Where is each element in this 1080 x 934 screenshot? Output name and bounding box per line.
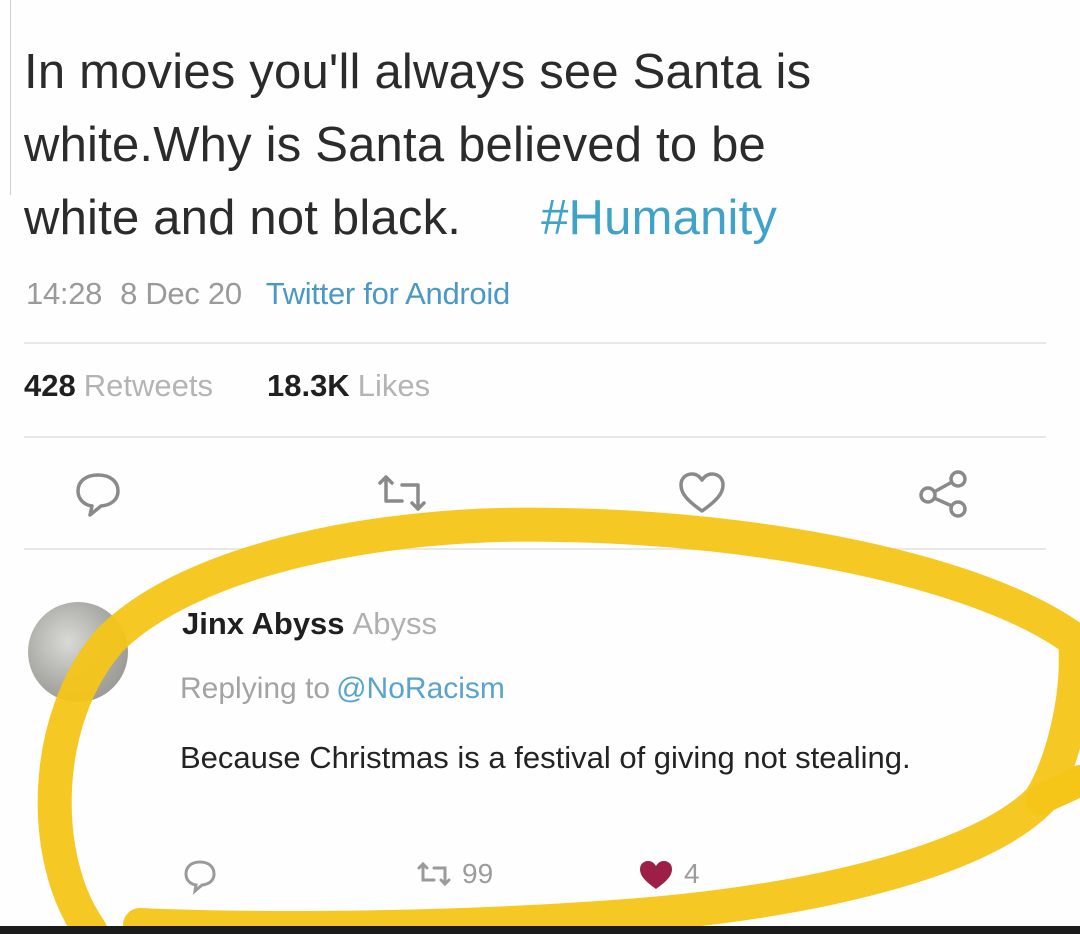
share-icon[interactable] [914, 465, 974, 521]
reply-retweet-button[interactable]: 99 [414, 856, 493, 892]
tweet-source-link[interactable]: Twitter for Android [266, 276, 510, 311]
replying-to: Replying to @NoRacism [180, 672, 505, 706]
reply-like-count: 4 [684, 858, 700, 889]
reply-icon [180, 856, 220, 896]
filled-heart-icon [636, 856, 676, 892]
tweet-text-line: white and not black. #Humanity [24, 182, 1024, 255]
retweets-count[interactable]: 428 [24, 368, 76, 403]
tweet-text-line-part: white and not black. [24, 191, 462, 245]
tweet-text-line: In movies you'll always see Santa is [24, 45, 812, 99]
retweet-icon[interactable] [372, 465, 432, 521]
retweets-label[interactable]: Retweets [84, 368, 213, 403]
mention-link[interactable]: @NoRacism [336, 672, 505, 705]
retweet-icon [414, 856, 454, 892]
screenshot-frame: In movies you'll always see Santa is whi… [0, 0, 1080, 934]
bottom-edge [0, 926, 1080, 934]
tweet-date: 8 Dec 20 [120, 276, 242, 311]
divider [24, 548, 1046, 550]
tweet-action-bar [0, 465, 1080, 525]
reply-display-name[interactable]: Jinx Abyss [182, 606, 345, 641]
reply-retweet-count: 99 [462, 858, 494, 889]
reply-text: Because Christmas is a festival of givin… [180, 740, 911, 775]
reply-icon[interactable] [70, 465, 126, 521]
tweet-time: 14:28 [26, 276, 103, 311]
like-icon[interactable] [674, 465, 730, 521]
reply-reply-button[interactable] [180, 856, 220, 896]
replying-to-label: Replying to [180, 672, 331, 705]
likes-count[interactable]: 18.3K [267, 368, 350, 403]
reply-handle[interactable]: Abyss [353, 606, 437, 641]
likes-label[interactable]: Likes [358, 368, 430, 403]
divider [24, 436, 1046, 438]
reply-tweet[interactable]: Jinx Abyss Abyss Replying to @NoRacism Bec… [0, 560, 1080, 920]
left-edge-divider [0, 0, 11, 195]
reply-author[interactable]: Jinx Abyss Abyss [182, 606, 437, 642]
hashtag-link[interactable]: #Humanity [541, 191, 777, 245]
reply-action-bar: 99 4 [0, 856, 1080, 896]
divider [24, 342, 1046, 344]
tweet-stats: 428 Retweets 18.3K Likes [24, 368, 430, 404]
reply-like-button[interactable]: 4 [636, 856, 700, 892]
tweet-text-line: white.Why is Santa believed to be [24, 118, 767, 172]
avatar[interactable] [28, 602, 128, 702]
tweet-meta: 14:28 8 Dec 20 Twitter for Android [26, 276, 510, 312]
tweet-text: In movies you'll always see Santa is whi… [24, 36, 1024, 255]
